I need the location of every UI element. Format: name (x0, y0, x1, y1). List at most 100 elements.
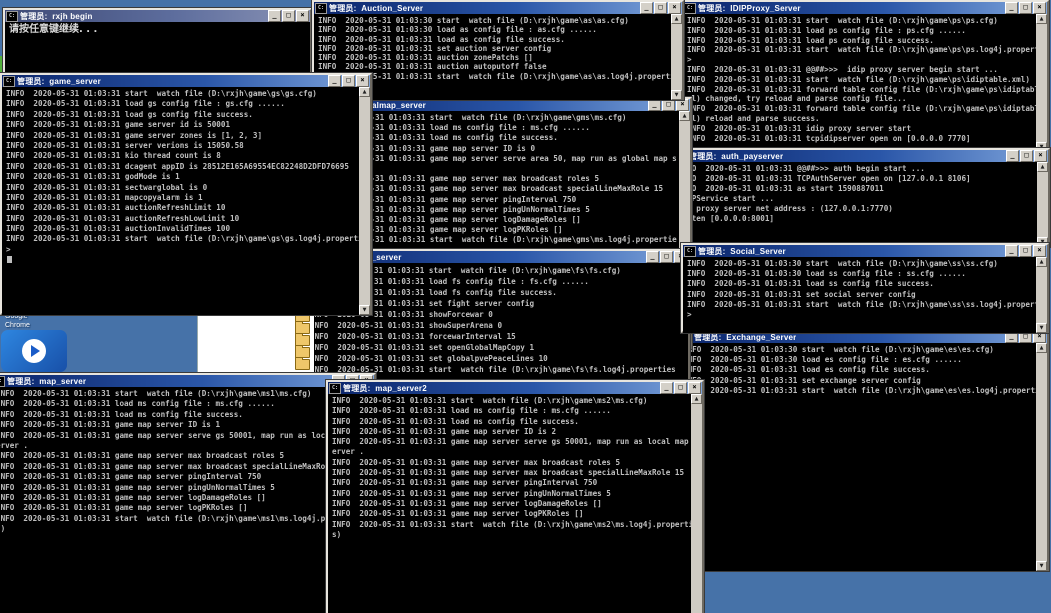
close-button[interactable]: × (676, 99, 689, 111)
console-output-game-server[interactable]: INFO 2020-05-31 01:03:31 start watch fil… (2, 87, 370, 315)
scroll-down-icon[interactable]: ▼ (671, 90, 682, 100)
console-line: INFO 2020-05-31 01:03:31 idip proxy serv… (687, 124, 1047, 134)
scroll-up-icon[interactable]: ▲ (691, 394, 702, 404)
titlebar-game-server[interactable]: C:管理员: game_server_□× (2, 75, 370, 87)
scroll-up-icon[interactable]: ▲ (1036, 343, 1047, 353)
console-line: INFO 2020-05-31 01:03:31 game server zon… (6, 131, 370, 141)
window-controls: _□× (648, 99, 689, 111)
media-app-icon[interactable] (1, 330, 67, 372)
maximize-button[interactable]: □ (662, 99, 675, 111)
titlebar-auction-server[interactable]: C:管理员: Auction_Server_□× (314, 2, 682, 14)
scroll-up-icon[interactable]: ▲ (359, 87, 370, 97)
vertical-scrollbar[interactable]: ▲▼ (671, 14, 682, 100)
console-line: INFO 2020-05-31 01:03:30 start watch fil… (683, 345, 1047, 355)
vertical-scrollbar[interactable]: ▲▼ (359, 87, 370, 315)
maximize-button[interactable]: □ (1019, 245, 1032, 257)
console-line: INFO 2020-05-31 01:03:31 game map server… (0, 503, 374, 513)
window-title: 管理员: rxjh begin (20, 11, 93, 22)
scroll-up-icon[interactable]: ▲ (671, 14, 682, 24)
close-button[interactable]: × (356, 75, 369, 87)
window-game-server: C:管理员: game_server_□× INFO 2020-05-31 01:… (0, 73, 372, 315)
console-line: INFO 2020-05-31 01:03:31 start watch fil… (687, 75, 1047, 85)
maximize-button[interactable]: □ (1020, 150, 1033, 162)
minimize-button[interactable]: _ (660, 382, 673, 394)
console-output-map-server[interactable]: INFO 2020-05-31 01:03:31 start watch fil… (0, 387, 374, 613)
scroll-down-icon[interactable]: ▼ (1036, 323, 1047, 333)
console-line: INFO 2020-05-31 01:03:30 start watch fil… (318, 16, 682, 25)
console-line: INFO 2020-05-31 01:03:31 start watch fil… (687, 45, 1047, 55)
titlebar-social-server[interactable]: C:管理员: Social_Server_□× (683, 245, 1047, 257)
titlebar-auth-payserver[interactable]: C:管理员: auth_payserver_□× (674, 150, 1048, 162)
maximize-button[interactable]: □ (674, 382, 687, 394)
minimize-button[interactable]: _ (1005, 245, 1018, 257)
minimize-button[interactable]: _ (646, 251, 659, 263)
console-line: INFO 2020-05-31 01:03:31 load ps config … (687, 26, 1047, 36)
close-button[interactable]: × (296, 10, 309, 22)
titlebar-map-server2[interactable]: C:管理员: map_server2 _□× (328, 382, 702, 394)
scroll-up-icon[interactable]: ▲ (679, 111, 690, 121)
console-line: INFO 2020-05-31 01:03:31 game map server… (332, 468, 702, 478)
vertical-scrollbar[interactable]: ▲▼ (1037, 162, 1048, 247)
console-line: erver . (332, 447, 702, 457)
titlebar-rxjh-begin[interactable]: C:管理员: rxjh begin_□× (5, 10, 310, 22)
maximize-button[interactable]: □ (660, 251, 673, 263)
maximize-button[interactable]: □ (1019, 2, 1032, 14)
console-line: INFO 2020-05-31 01:03:30 load es config … (683, 355, 1047, 365)
maximize-button[interactable]: □ (654, 2, 667, 14)
console-icon: C: (329, 383, 341, 394)
minimize-button[interactable]: _ (640, 2, 653, 14)
console-line: INFO 2020-05-31 01:03:31 set globalpvePe… (310, 353, 688, 364)
minimize-button[interactable]: _ (328, 75, 341, 87)
console-line: INFO 2020-05-31 01:03:31 start watch fil… (6, 89, 370, 99)
close-button[interactable]: × (688, 382, 701, 394)
minimize-button[interactable]: _ (1005, 2, 1018, 14)
close-button[interactable]: × (1034, 150, 1047, 162)
minimize-button[interactable]: _ (1006, 150, 1019, 162)
console-line: INFO 2020-05-31 01:03:31 set auction ser… (318, 44, 682, 53)
maximize-button[interactable]: □ (282, 10, 295, 22)
console-line: INFO 2020-05-31 01:03:31 load ms config … (0, 399, 374, 409)
console-line: INFO 2020-05-31 01:03:31 start watch fil… (318, 72, 682, 81)
scroll-up-icon[interactable]: ▲ (1036, 257, 1047, 267)
scroll-up-icon[interactable]: ▲ (1036, 14, 1047, 24)
console-line: INFO 2020-05-31 01:03:30 load as config … (318, 25, 682, 34)
window-controls: _□× (268, 10, 309, 22)
console-output-social-server[interactable]: INFO 2020-05-31 01:03:30 start watch fil… (683, 257, 1047, 333)
console-output-idipproxy-server[interactable]: INFO 2020-05-31 01:03:31 start watch fil… (683, 14, 1047, 152)
vertical-scrollbar[interactable]: ▲▼ (1036, 343, 1047, 571)
console-line: INFO 2020-05-31 01:03:31 auctionInvalidT… (6, 224, 370, 234)
console-line: INFO 2020-05-31 01:03:30 start watch fil… (687, 259, 1047, 269)
window-title: 管理员: map_server2 (343, 383, 427, 394)
console-line: INFO 2020-05-31 01:03:31 game map server… (0, 493, 374, 503)
console-line: INFO 2020-05-31 01:03:31 load ps config … (687, 36, 1047, 46)
folder-icon[interactable] (295, 359, 310, 370)
console-output-auth-payserver[interactable]: INFO 2020-05-31 01:03:31 @@##>>> auth be… (674, 162, 1048, 247)
window-title: 管理员: Exchange_Server (694, 332, 796, 343)
minimize-button[interactable]: _ (268, 10, 281, 22)
titlebar-map-server[interactable]: C:管理员: map_server_□× (0, 375, 374, 387)
close-button[interactable]: × (668, 2, 681, 14)
scroll-down-icon[interactable]: ▼ (1036, 561, 1047, 571)
console-line: INFO 2020-05-31 01:03:31 forward table c… (687, 85, 1047, 95)
console-line: INFO 2020-05-31 01:03:31 load ss config … (687, 279, 1047, 289)
vertical-scrollbar[interactable]: ▲▼ (691, 394, 702, 613)
console-output-map-server2[interactable]: INFO 2020-05-31 01:03:31 start watch fil… (328, 394, 702, 613)
window-rxjh-begin: C:管理员: rxjh begin_□×请按任意键继续. . . (3, 8, 312, 78)
titlebar-idipproxy-server[interactable]: C:管理员: IDIPProxy_Server_□× (683, 2, 1047, 14)
console-output-exchange-server[interactable]: INFO 2020-05-31 01:03:30 start watch fil… (679, 343, 1047, 571)
maximize-button[interactable]: □ (342, 75, 355, 87)
console-line: INFO 2020-05-31 01:03:31 TCPAuthServer o… (678, 174, 1048, 184)
console-line: 请按任意键继续. . . (9, 24, 310, 36)
console-line: INFO 2020-05-31 01:03:31 game map server… (0, 451, 374, 461)
vertical-scrollbar[interactable]: ▲▼ (1036, 14, 1047, 152)
vertical-scrollbar[interactable]: ▲▼ (1036, 257, 1047, 333)
chrome-label-line2: Chrome (5, 321, 30, 330)
close-button[interactable]: × (1033, 2, 1046, 14)
minimize-button[interactable]: _ (648, 99, 661, 111)
console-line: INFO 2020-05-31 01:03:31 game map server… (0, 420, 374, 430)
scroll-down-icon[interactable]: ▼ (359, 305, 370, 315)
close-button[interactable]: × (1033, 245, 1046, 257)
console-output-rxjh-begin[interactable]: 请按任意键继续. . . (5, 22, 310, 78)
window-map-server2: C:管理员: map_server2_□×INFO 2020-05-31 01:… (326, 380, 704, 613)
scroll-up-icon[interactable]: ▲ (1037, 162, 1048, 172)
